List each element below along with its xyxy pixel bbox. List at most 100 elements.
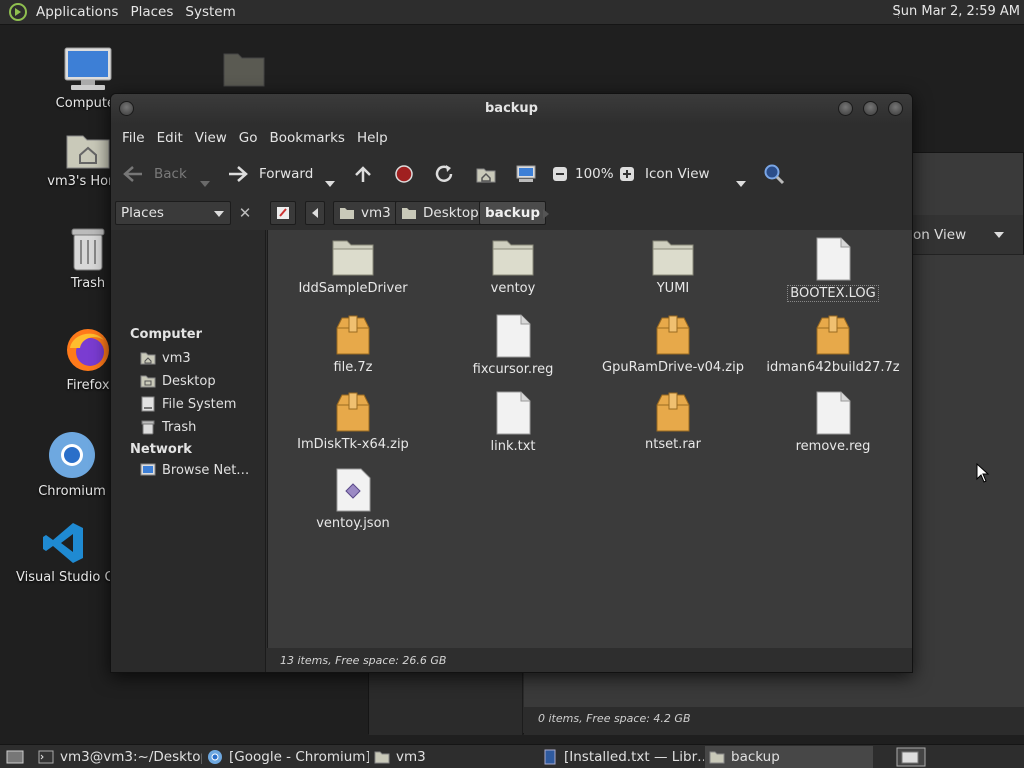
icon-view[interactable]: IddSampleDriver ventoy YUMI BOOTEX.LOG file.…: [267, 230, 912, 648]
bg-view-mode-select[interactable]: on View: [913, 227, 966, 243]
menu-file[interactable]: File: [116, 130, 151, 146]
menu-help[interactable]: Help: [351, 130, 394, 146]
file-item[interactable]: file.7z: [273, 314, 433, 375]
chromium-icon: [49, 432, 95, 478]
up-button[interactable]: [353, 162, 373, 186]
file-item[interactable]: ventoy.json: [273, 468, 433, 531]
back-button[interactable]: Back: [121, 162, 187, 186]
taskbar-item[interactable]: [Google - Chromium]: [203, 746, 369, 768]
file-name: remove.reg: [795, 439, 871, 454]
zoom-out-button[interactable]: [552, 162, 568, 186]
zoom-level[interactable]: 100%: [575, 162, 614, 186]
menu-go[interactable]: Go: [233, 130, 264, 146]
taskbar-item[interactable]: vm3: [370, 746, 536, 768]
taskbar-item-label: [Installed.txt — Libr…: [564, 749, 704, 765]
file-name: YUMI: [656, 281, 690, 296]
file-item[interactable]: GpuRamDrive-v04.zip: [593, 314, 753, 375]
home-button[interactable]: [475, 162, 497, 186]
desktop-icon-folder[interactable]: [196, 50, 292, 92]
stop-button[interactable]: [394, 162, 414, 186]
sidebar-type-select[interactable]: Places: [115, 201, 231, 225]
sidebar-type-label: Places: [121, 205, 164, 221]
breadcrumb-vm3[interactable]: vm3: [333, 201, 397, 225]
pencil-icon: [277, 207, 289, 219]
taskbar-item-label: [Google - Chromium]: [229, 749, 369, 765]
search-button[interactable]: [763, 162, 785, 186]
breadcrumb-backup[interactable]: backup: [479, 201, 547, 225]
file-name: ventoy.json: [316, 516, 390, 531]
mouse-cursor-icon: [976, 463, 990, 483]
path-scroll-right-icon[interactable]: [543, 209, 549, 219]
sidebar-item-browse-net[interactable]: Browse Net…: [140, 462, 249, 478]
text-file-icon: [496, 314, 531, 358]
computer-button[interactable]: [515, 162, 537, 186]
menu-bookmarks[interactable]: Bookmarks: [264, 130, 351, 146]
window-titlebar[interactable]: backup: [111, 94, 912, 124]
sidebar-item-label: Trash: [162, 419, 197, 435]
reload-button[interactable]: [434, 162, 456, 186]
forward-button[interactable]: Forward: [226, 162, 313, 186]
file-item[interactable]: remove.reg: [753, 391, 912, 454]
archive-icon: [336, 315, 370, 355]
workspace-switcher[interactable]: [896, 747, 926, 768]
file-manager-window[interactable]: backup File Edit View Go Bookmarks Help …: [110, 93, 913, 673]
zoom-in-icon: [620, 167, 634, 181]
menu-view[interactable]: View: [189, 130, 233, 146]
desktop-folder-icon: [140, 375, 156, 388]
window-menu-button[interactable]: [119, 101, 134, 116]
path-scroll-left-button[interactable]: [305, 201, 325, 225]
forward-history-dropdown[interactable]: [325, 172, 335, 196]
file-item[interactable]: ventoy: [433, 237, 593, 296]
view-mode-select[interactable]: Icon View: [645, 162, 710, 186]
file-item[interactable]: fixcursor.reg: [433, 314, 593, 377]
text-file-icon: [816, 391, 851, 435]
file-name: BOOTEX.LOG: [787, 285, 879, 302]
folder-icon: [223, 53, 265, 87]
applications-menu[interactable]: Applications: [30, 4, 124, 20]
sidebar-item-trash[interactable]: Trash: [140, 419, 196, 435]
folder-icon: [374, 751, 390, 764]
sidebar-item-label: vm3: [162, 350, 191, 366]
desktop-icon-vscode[interactable]: Visual Studio Code: [16, 520, 112, 585]
chevron-down-icon: [200, 181, 210, 187]
chevron-left-icon: [312, 208, 318, 218]
file-item[interactable]: idman642build27.7z: [753, 314, 912, 375]
taskbar-item[interactable]: backup: [705, 746, 873, 768]
sidebar-item-desktop[interactable]: Desktop: [140, 373, 216, 389]
top-panel: Applications Places System Sun Mar 2, 2:…: [0, 0, 1024, 25]
view-mode-dropdown[interactable]: [736, 172, 746, 196]
file-item[interactable]: IddSampleDriver: [273, 237, 433, 296]
file-item[interactable]: ImDiskTk-x64.zip: [273, 391, 433, 452]
taskbar-item[interactable]: vm3@vm3:~/Desktop: [34, 746, 202, 768]
clock[interactable]: Sun Mar 2, 2:59 AM: [893, 4, 1021, 19]
chromium-icon: [208, 750, 222, 764]
toolbar: Back Forward 100% Icon View: [111, 152, 912, 196]
document-icon: [544, 749, 556, 765]
zoom-in-button[interactable]: [619, 162, 635, 186]
desktop-icon-label: Chromium: [38, 484, 106, 499]
home-folder-icon: [340, 208, 354, 219]
back-history-dropdown[interactable]: [200, 172, 210, 196]
desktop-icon-chromium[interactable]: Chromium: [24, 430, 120, 499]
minimize-button[interactable]: [838, 101, 853, 116]
forward-label: Forward: [259, 166, 314, 182]
file-item[interactable]: YUMI: [593, 237, 753, 296]
stop-icon: [395, 165, 413, 183]
maximize-button[interactable]: [863, 101, 878, 116]
sidebar-item-vm3[interactable]: vm3: [140, 350, 191, 366]
system-menu[interactable]: System: [179, 4, 241, 20]
file-item[interactable]: link.txt: [433, 391, 593, 454]
distro-logo-icon[interactable]: [8, 2, 28, 22]
file-item[interactable]: BOOTEX.LOG: [753, 237, 912, 302]
taskbar-item[interactable]: [Installed.txt — Libr…: [538, 746, 704, 768]
status-bar: 13 items, Free space: 26.6 GB: [267, 648, 912, 672]
sidebar-item-file-system[interactable]: File System: [140, 396, 236, 412]
breadcrumb-desktop[interactable]: Desktop: [395, 201, 485, 225]
close-button[interactable]: [888, 101, 903, 116]
show-desktop-button[interactable]: [2, 746, 26, 768]
places-menu[interactable]: Places: [124, 4, 179, 20]
file-item[interactable]: ntset.rar: [593, 391, 753, 452]
menu-edit[interactable]: Edit: [151, 130, 189, 146]
edit-location-button[interactable]: [270, 201, 296, 225]
close-sidebar-button[interactable]: ✕: [235, 201, 255, 225]
